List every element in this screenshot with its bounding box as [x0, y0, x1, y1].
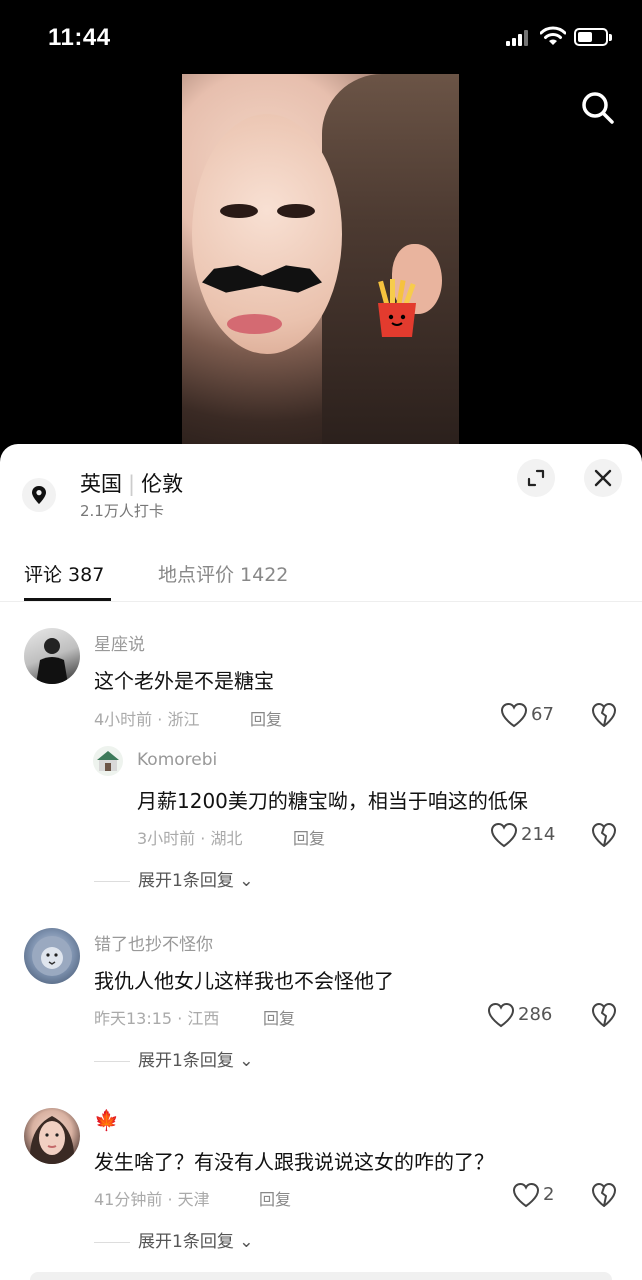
expand-icon[interactable] — [517, 459, 555, 497]
comment-username[interactable]: 错了也抄不怪你 — [94, 930, 213, 955]
location-city: 伦敦 — [141, 472, 184, 496]
broken-heart-icon[interactable] — [591, 822, 617, 848]
tab-comments[interactable]: 评论 387 — [24, 560, 104, 587]
location-pin-icon — [22, 478, 56, 512]
heart-icon[interactable] — [487, 1002, 515, 1028]
heart-icon[interactable] — [500, 702, 528, 728]
comment-meta: 4小时前 · 浙江 — [94, 710, 200, 729]
location-checkins: 2.1万人打卡 — [80, 502, 164, 520]
divider-line — [94, 880, 130, 882]
expand-replies-label: 展开1条回复 — [138, 1051, 234, 1071]
photo-eye-right — [277, 204, 315, 218]
comment-meta: 昨天13:15 · 江西 — [94, 1009, 220, 1028]
avatar-figure — [36, 638, 68, 684]
tab-place-reviews[interactable]: 地点评价 1422 — [158, 560, 288, 587]
reply-button[interactable]: 回复 — [263, 1005, 295, 1029]
tab-active-indicator — [24, 598, 111, 601]
chevron-down-icon: ⌄ — [233, 871, 254, 891]
comment-input-bar[interactable] — [30, 1272, 612, 1280]
expand-replies-label: 展开1条回复 — [138, 1232, 234, 1252]
location-country: 英国 — [80, 472, 122, 496]
reply-text: 月薪1200美刀的糖宝呦，相当于咱这的低保 — [137, 789, 528, 813]
fries-sticker — [378, 279, 416, 337]
reply-username[interactable]: Komorebi — [137, 750, 217, 770]
wifi-icon — [540, 26, 566, 45]
expand-replies[interactable]: 展开1条回复 ⌄ — [94, 1046, 253, 1071]
comment-username[interactable]: 星座说 — [94, 630, 145, 655]
avatar[interactable] — [24, 628, 80, 684]
post-photo[interactable] — [182, 74, 459, 446]
heart-icon[interactable] — [490, 822, 518, 848]
photo-lips — [227, 314, 282, 334]
avatar[interactable] — [24, 1108, 80, 1164]
comment-text: 这个老外是不是糖宝 — [94, 669, 274, 693]
avatar-face — [29, 1116, 75, 1164]
broken-heart-icon[interactable] — [591, 1182, 617, 1208]
comment-text: 发生啥了？有没有人跟我说说这女的咋的了？ — [94, 1150, 494, 1174]
reply-button[interactable]: 回复 — [250, 706, 282, 730]
chevron-down-icon: ⌄ — [233, 1051, 254, 1071]
expand-replies[interactable]: 展开1条回复 ⌄ — [94, 1227, 253, 1252]
tab-bar: 评论 387 地点评价 1422 — [0, 548, 642, 602]
location-separator: | — [128, 472, 136, 496]
status-bar: 11:44 — [0, 0, 642, 70]
like-count: 214 — [521, 824, 556, 845]
avatar-house — [97, 751, 119, 771]
signal-icon — [506, 30, 530, 46]
avatar[interactable] — [24, 928, 80, 984]
location-title[interactable]: 英国 | 伦敦 — [80, 468, 183, 498]
battery-icon — [574, 28, 612, 46]
divider-line — [94, 1241, 130, 1243]
search-icon[interactable] — [578, 88, 618, 128]
heart-icon[interactable] — [512, 1182, 540, 1208]
reply-button[interactable]: 回复 — [259, 1186, 291, 1210]
like-count: 67 — [531, 704, 554, 725]
chevron-down-icon: ⌄ — [233, 1232, 254, 1252]
comment-text: 我仇人他女儿这样我也不会怪他了 — [94, 969, 394, 993]
avatar-lion — [32, 936, 72, 976]
comment-meta: 41分钟前 · 天津 — [94, 1190, 210, 1209]
photo-hair — [322, 74, 459, 446]
divider-line — [94, 1060, 130, 1062]
like-count: 2 — [543, 1184, 555, 1205]
like-count: 286 — [518, 1004, 553, 1025]
reply-button[interactable]: 回复 — [293, 825, 325, 849]
comment-username[interactable]: 🍁 — [94, 1108, 119, 1132]
expand-replies-label: 展开1条回复 — [138, 871, 234, 891]
expand-replies[interactable]: 展开1条回复 ⌄ — [94, 866, 253, 891]
broken-heart-icon[interactable] — [591, 702, 617, 728]
broken-heart-icon[interactable] — [591, 1002, 617, 1028]
reply-meta: 3小时前 · 湖北 — [137, 829, 243, 848]
status-time: 11:44 — [48, 24, 111, 51]
photo-eye-left — [220, 204, 258, 218]
avatar[interactable] — [93, 746, 123, 776]
close-icon[interactable] — [584, 459, 622, 497]
